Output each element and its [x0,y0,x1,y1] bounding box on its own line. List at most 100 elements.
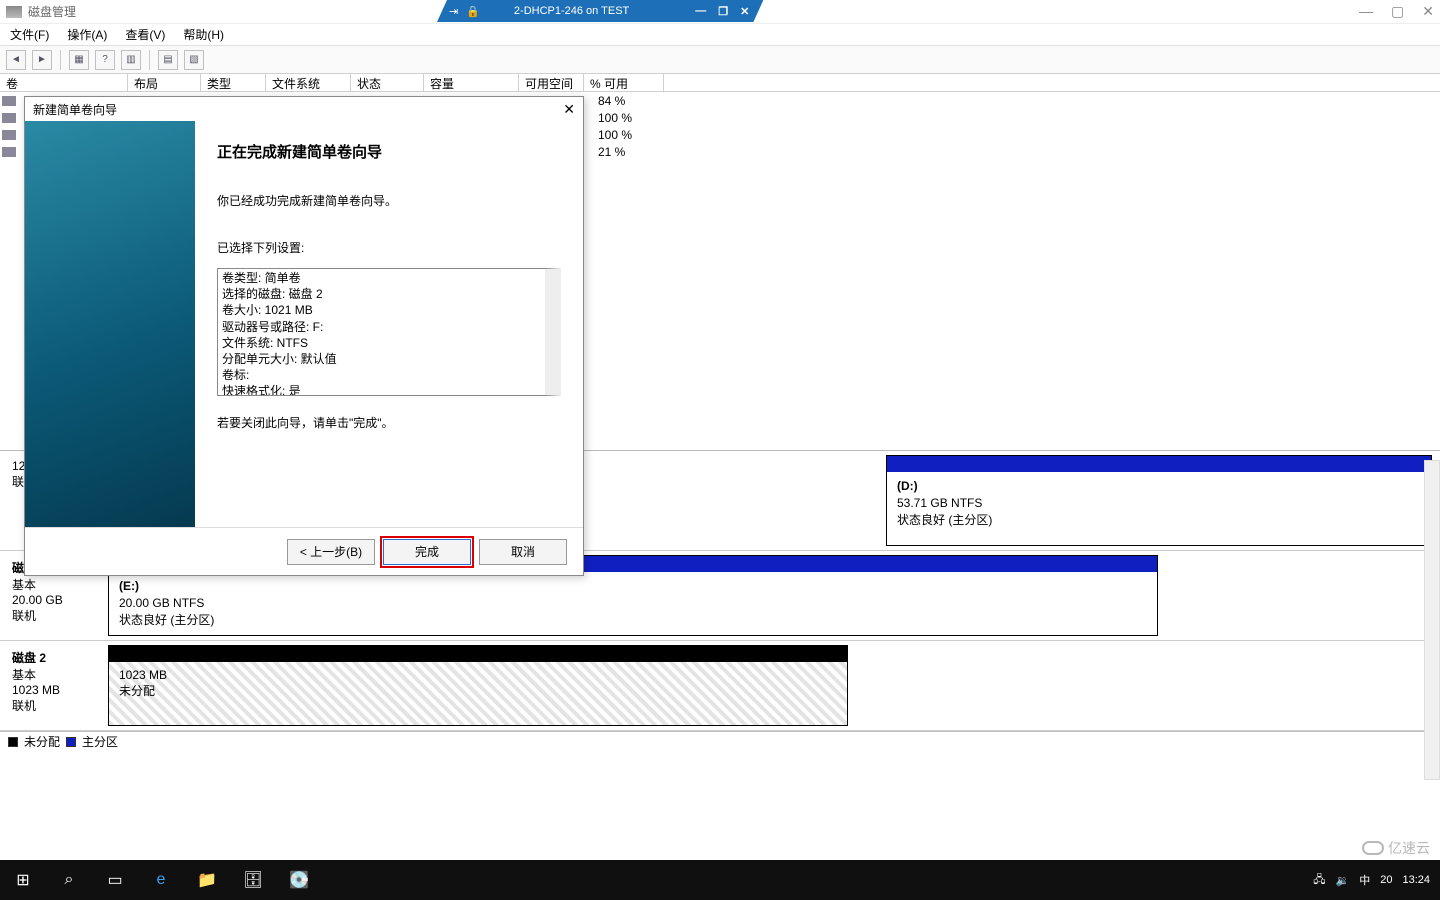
vertical-scrollbar[interactable] [1424,460,1440,780]
pct-free-cell: 21 % [592,145,631,159]
view-split-button[interactable]: ▦ [69,50,89,70]
refresh-button[interactable]: ▥ [121,50,141,70]
lock-icon: 🔒 [466,5,480,18]
wizard-close-hint: 若要关闭此向导，请单击"完成"。 [217,414,561,431]
partition-state: 状态良好 (主分区) [897,512,1421,529]
partition-label: (E:) [119,578,1147,595]
partition-label: (D:) [897,478,1421,495]
col-volume[interactable]: 卷 [0,74,128,91]
disk-2-size: 1023 MB [12,683,104,697]
col-type[interactable]: 类型 [201,74,266,91]
back-button[interactable]: ◄ [6,50,26,70]
toolbar: ◄ ► ▦ ? ▥ ▤ ▧ [0,46,1440,74]
unalloc-capacity: 1023 MB [119,668,837,682]
setting-line: 卷类型: 简单卷 [222,270,541,286]
app-title: 磁盘管理 [28,3,76,20]
vm-restore-icon[interactable]: ❐ [718,5,728,18]
setting-line: 选择的磁盘: 磁盘 2 [222,286,541,302]
start-button[interactable]: ⊞ [0,860,46,900]
wizard-button-row: < 上一步(B) 完成 取消 [25,527,583,575]
pct-free-cell: 84 % [592,94,631,108]
col-free[interactable]: 可用空间 [519,74,584,91]
close-button[interactable]: ✕ [1422,3,1434,20]
vm-console-tab[interactable]: ⇥ 🔒 2-DHCP1-246 on TEST — ❐ ✕ [437,0,763,22]
col-capacity[interactable]: 容量 [424,74,519,91]
partition-capacity: 20.00 GB NTFS [119,595,1147,612]
view-top-button[interactable]: ▤ [158,50,178,70]
col-pctfree[interactable]: % 可用 [584,74,664,91]
maximize-button[interactable]: ▢ [1391,3,1404,20]
partition-header [887,456,1431,472]
tray-ime-text[interactable]: 中 [1359,872,1370,888]
server-manager-icon[interactable]: 🗄 [230,860,276,900]
system-tray[interactable]: 🖧 🔉 中 20 13:24 [1303,871,1440,890]
disk-2-label: 磁盘 2 基本 1023 MB 联机 [8,645,108,726]
forward-button[interactable]: ► [32,50,52,70]
wizard-success-text: 你已经成功完成新建简单卷向导。 [217,192,561,209]
dialog-close-button[interactable]: ✕ [563,101,575,118]
cancel-button[interactable]: 取消 [479,539,567,565]
new-volume-wizard-dialog: 新建简单卷向导 ✕ 正在完成新建简单卷向导 你已经成功完成新建简单卷向导。 已选… [24,96,584,576]
tray-network-icon[interactable]: 🖧 [1313,871,1325,890]
setting-line: 快速格式化: 是 [222,383,541,396]
watermark: 亿速云 [1362,838,1430,858]
disk-row-2: 磁盘 2 基本 1023 MB 联机 1023 MB 未分配 [0,641,1440,731]
disk-2-type: 基本 [12,666,104,683]
task-view-button[interactable]: ▭ [92,860,138,900]
dialog-title: 新建简单卷向导 [33,101,117,118]
disk-1-size: 20.00 GB [12,593,104,607]
view-bottom-button[interactable]: ▧ [184,50,204,70]
wizard-settings-list[interactable]: 卷类型: 简单卷 选择的磁盘: 磁盘 2 卷大小: 1021 MB 驱动器号或路… [217,268,561,396]
wizard-heading: 正在完成新建简单卷向导 [217,141,561,162]
volume-icon [2,96,16,106]
menu-file[interactable]: 文件(F) [6,24,53,45]
menu-help[interactable]: 帮助(H) [179,24,228,45]
taskbar[interactable]: ⊞ ⌕ ▭ e 📁 🗄 💽 🖧 🔉 中 20 13:24 [0,860,1440,900]
col-filesystem[interactable]: 文件系统 [266,74,351,91]
partition-header [109,646,847,662]
wizard-selected-label: 已选择下列设置: [217,239,561,256]
partition-state: 状态良好 (主分区) [119,612,1147,629]
col-status[interactable]: 状态 [351,74,424,91]
dialog-titlebar[interactable]: 新建简单卷向导 ✕ [25,97,583,121]
legend-swatch-primary [66,737,76,747]
legend: 未分配 主分区 [0,731,1440,751]
partition-unallocated[interactable]: 1023 MB 未分配 [108,645,848,726]
disk-2-status: 联机 [12,697,104,714]
vm-close-icon[interactable]: ✕ [740,5,749,18]
finish-button[interactable]: 完成 [383,539,471,565]
watermark-logo-icon [1362,841,1384,855]
setting-line: 分配单元大小: 默认值 [222,351,541,367]
col-layout[interactable]: 布局 [128,74,201,91]
menu-action[interactable]: 操作(A) [63,24,111,45]
clock-time: 13:24 [1402,874,1430,886]
help-button[interactable]: ? [95,50,115,70]
partition-d[interactable]: (D:) 53.71 GB NTFS 状态良好 (主分区) [886,455,1432,546]
disk-1-status: 联机 [12,607,104,624]
tray-volume-icon[interactable]: 🔉 [1336,874,1350,887]
setting-line: 卷标: [222,367,541,383]
wizard-sidebar-image [25,121,195,527]
volume-list-header: 卷 布局 类型 文件系统 状态 容量 可用空间 % 可用 [0,74,1440,92]
watermark-text: 亿速云 [1388,838,1430,858]
back-button[interactable]: < 上一步(B) [287,539,375,565]
disk-mgmt-taskbar-icon[interactable]: 💽 [276,860,322,900]
disk-2-name: 磁盘 2 [12,649,104,666]
legend-label-unalloc: 未分配 [24,733,60,750]
window-controls: — ▢ ✕ [1359,3,1434,20]
minimize-button[interactable]: — [1359,3,1373,20]
explorer-icon[interactable]: 📁 [184,860,230,900]
vm-tab-label: 2-DHCP1-246 on TEST [484,5,689,17]
search-button[interactable]: ⌕ [46,860,92,900]
disk-mgmt-icon [6,6,22,18]
vm-minimize-icon[interactable]: — [695,5,706,17]
disk-1-type: 基本 [12,576,104,593]
legend-label-primary: 主分区 [82,733,118,750]
volume-icon [2,113,16,123]
setting-line: 卷大小: 1021 MB [222,302,541,318]
ie-icon[interactable]: e [138,860,184,900]
taskbar-clock[interactable]: 13:24 [1402,874,1430,886]
tray-date-suffix: 20 [1380,874,1392,886]
menu-view[interactable]: 查看(V) [121,24,169,45]
partition-capacity: 53.71 GB NTFS [897,495,1421,512]
